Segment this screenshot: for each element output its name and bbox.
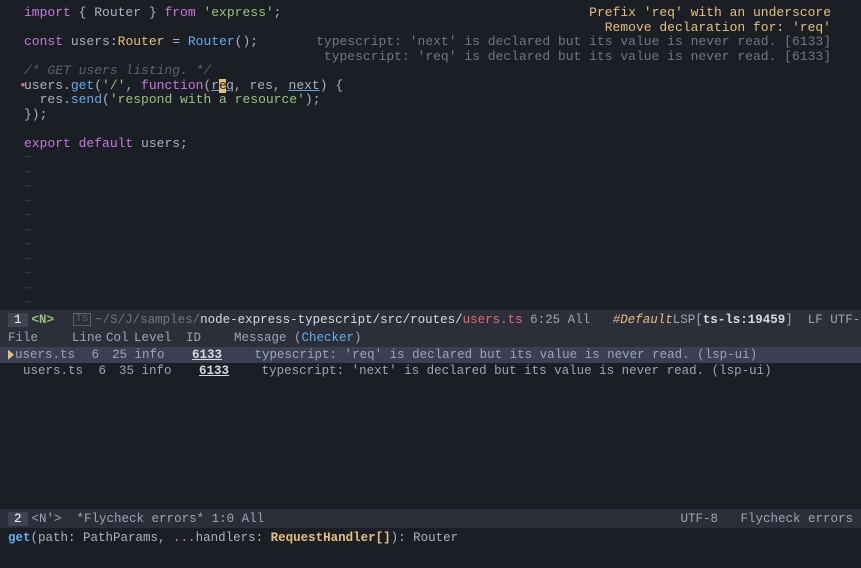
code-editor[interactable]: • Prefix 'req' with an underscore Remove… <box>0 0 861 310</box>
flycheck-row[interactable]: users.ts625 info 6133 typescript: 'req' … <box>0 347 861 363</box>
gutter-indicator: • <box>19 79 27 94</box>
encoding: UTF-8 <box>680 512 718 526</box>
empty-line-tilde: ~ <box>24 151 861 166</box>
code-line[interactable]: }); <box>24 108 861 123</box>
empty-line-tilde: ~ <box>24 166 861 181</box>
cursor-position: 1:0 <box>204 512 242 526</box>
empty-line-tilde: ~ <box>24 282 861 297</box>
code-line[interactable] <box>24 122 861 137</box>
flycheck-errors-panel[interactable]: FileLineColLevelIDMessage (Checker) user… <box>0 329 861 509</box>
flycheck-header: FileLineColLevelIDMessage (Checker) <box>0 329 861 347</box>
code-action-hints: Prefix 'req' with an underscore Remove d… <box>316 6 831 64</box>
lsp-label: LSP[ <box>673 313 703 327</box>
code-line[interactable]: /* GET users listing. */ <box>24 64 861 79</box>
code-line[interactable]: res.send('respond with a resource'); <box>24 93 861 108</box>
empty-line-tilde: ~ <box>24 253 861 268</box>
scroll-percent: All <box>242 512 265 526</box>
hint-action[interactable]: Prefix 'req' with an underscore <box>316 6 831 21</box>
filetype-icon: TS <box>73 313 91 326</box>
lsp-server: ts-ls:19459 <box>703 313 786 327</box>
path-dim: ~/S/J/samples/ <box>95 313 200 327</box>
statusbar-flycheck: 2 <N'> *Flycheck errors* 1:0 All UTF-8 F… <box>0 509 861 528</box>
flycheck-row[interactable]: users.ts635 info 6133 typescript: 'next'… <box>0 363 861 379</box>
major-mode: Flycheck errors <box>740 512 853 526</box>
path-bright: node-express-typescript/src/routes/ <box>200 313 463 327</box>
empty-line-tilde: ~ <box>24 267 861 282</box>
empty-line-tilde: ~ <box>24 238 861 253</box>
code-line[interactable]: users.get('/', function(req, res, next) … <box>24 79 861 94</box>
evil-mode-indicator: <N'> <box>32 512 62 526</box>
row-pointer-icon <box>8 350 14 360</box>
empty-line-tilde: ~ <box>24 180 861 195</box>
empty-line-tilde: ~ <box>24 296 861 311</box>
empty-line-tilde: ~ <box>24 209 861 224</box>
filename: users.ts <box>463 313 523 327</box>
cursor-position: 6:25 <box>523 313 568 327</box>
code-line[interactable]: export default users; <box>24 137 861 152</box>
evil-mode-indicator: <N> <box>32 313 55 327</box>
minibuffer-echo-area: get(path: PathParams, ...handlers: Reque… <box>0 528 861 549</box>
statusbar-editor: 1 <N> TS ~/S/J/samples/node-express-type… <box>0 310 861 329</box>
buffer-name: *Flycheck errors* <box>77 512 205 526</box>
scroll-percent: All <box>568 313 591 327</box>
empty-line-tilde: ~ <box>24 195 861 210</box>
window-number: 1 <box>8 313 28 327</box>
encoding: LF UTF-8 <box>808 313 861 327</box>
hint-diagnostic: typescript: 'next' is declared but its v… <box>316 35 831 50</box>
window-number: 2 <box>8 512 28 526</box>
hint-action[interactable]: Remove declaration for: 'req' <box>316 21 831 36</box>
hint-diagnostic: typescript: 'req' is declared but its va… <box>316 50 831 65</box>
editor-scrollbar[interactable] <box>845 0 861 310</box>
persp-name: #Default <box>613 313 673 327</box>
empty-line-tilde: ~ <box>24 224 861 239</box>
